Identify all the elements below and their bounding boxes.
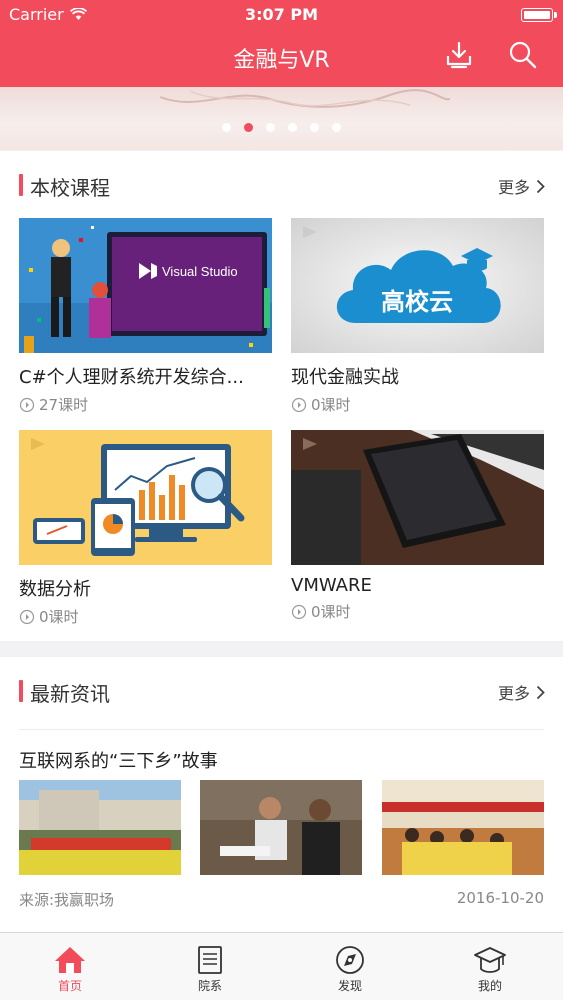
- carousel-dot[interactable]: [266, 123, 275, 132]
- section-title: 最新资讯: [30, 682, 110, 706]
- carousel-indicator[interactable]: [0, 123, 563, 132]
- news-item-title[interactable]: 互联网系的“三下乡”故事: [19, 747, 218, 773]
- tab-label: 发现: [337, 979, 362, 993]
- clock: 3:07 PM: [244, 5, 318, 24]
- course-thumbnail-analytics: [19, 430, 272, 565]
- course-card[interactable]: VMWARE 0课时: [291, 430, 544, 622]
- clock-icon: [19, 397, 35, 412]
- lesson-count: 0课时: [311, 603, 351, 621]
- tab-bar: 首页 院系 发现 我的: [0, 932, 563, 1000]
- news-photo: [200, 780, 362, 875]
- section-header: 本校课程 更多: [0, 151, 563, 217]
- course-title: 现代金融实战: [291, 367, 399, 388]
- carousel-dot[interactable]: [222, 123, 231, 132]
- news-photo: [19, 780, 181, 875]
- carousel-dot[interactable]: [310, 123, 319, 132]
- nav-header: Carrier 3:07 PM 金融与VR: [0, 0, 563, 87]
- battery-icon: [521, 8, 557, 22]
- tab-label: 院系: [197, 979, 222, 993]
- section-header: 最新资讯 更多: [0, 657, 563, 723]
- divider: [19, 729, 544, 730]
- news-source: 来源:我赢职场: [19, 891, 115, 909]
- tab-label: 首页: [57, 979, 82, 993]
- clock-icon: [19, 609, 35, 624]
- course-lessons: 0课时: [19, 606, 272, 627]
- more-label: 更多: [497, 178, 530, 197]
- course-title: C#个人理财系统开发综合...: [19, 367, 244, 388]
- news-date: 2016-10-20: [456, 889, 544, 907]
- course-card[interactable]: 数据分析 0课时: [19, 430, 272, 627]
- carousel-dot[interactable]: [332, 123, 341, 132]
- course-thumbnail-visual-studio: Visual Studio: [19, 218, 272, 353]
- tab-departments[interactable]: 院系: [140, 933, 280, 1000]
- page-title: 金融与VR: [233, 48, 330, 73]
- carousel-dot-active[interactable]: [244, 123, 253, 132]
- news-section: 最新资讯 更多 互联网系的“三下乡”故事 来源:我赢职场 2016-10-20: [0, 657, 563, 932]
- courses-section: 本校课程 更多 Visual Studio C#个人理财系统开发综合... 27…: [0, 151, 563, 641]
- news-photo: [382, 780, 544, 875]
- course-title: VMWARE: [291, 575, 372, 596]
- banner-image: [159, 89, 450, 108]
- course-thumbnail-tablet: [291, 430, 544, 565]
- more-label: 更多: [497, 684, 530, 703]
- more-link[interactable]: 更多: [498, 680, 545, 704]
- lesson-count: 0课时: [311, 396, 351, 414]
- status-bar: Carrier 3:07 PM: [0, 0, 563, 30]
- more-link[interactable]: 更多: [498, 174, 545, 198]
- tab-label: 我的: [477, 979, 502, 993]
- news-image-row[interactable]: [19, 780, 544, 875]
- section-accent-bar: [19, 680, 23, 702]
- lesson-count: 0课时: [39, 608, 79, 626]
- download-icon[interactable]: [444, 40, 474, 70]
- clock-icon: [291, 604, 307, 619]
- course-lessons: 0课时: [291, 601, 544, 622]
- section-accent-bar: [19, 174, 23, 196]
- course-card[interactable]: Visual Studio C#个人理财系统开发综合... 27课时: [19, 218, 272, 415]
- course-lessons: 27课时: [19, 394, 272, 415]
- chevron-right-icon: [536, 179, 545, 193]
- tab-home[interactable]: 首页: [0, 933, 140, 1000]
- graduation-cap-icon: [474, 947, 506, 973]
- tab-profile[interactable]: 我的: [420, 933, 560, 1000]
- course-lessons: 0课时: [291, 394, 544, 415]
- home-icon: [55, 947, 85, 973]
- svg-text:Visual Studio: Visual Studio: [162, 264, 238, 279]
- carousel-dot[interactable]: [288, 123, 297, 132]
- banner-carousel[interactable]: [0, 87, 563, 150]
- search-icon[interactable]: [508, 40, 538, 70]
- course-thumbnail-cloud: 高校云: [291, 218, 544, 353]
- course-card[interactable]: 高校云 现代金融实战 0课时: [291, 218, 544, 415]
- document-icon: [198, 946, 222, 974]
- clock-icon: [291, 397, 307, 412]
- course-title: 数据分析: [19, 579, 91, 600]
- tab-discover[interactable]: 发现: [280, 933, 420, 1000]
- lesson-count: 27课时: [39, 396, 89, 414]
- svg-text:高校云: 高校云: [381, 288, 453, 316]
- compass-icon: [336, 946, 364, 974]
- section-title: 本校课程: [30, 176, 110, 200]
- chevron-right-icon: [536, 685, 545, 699]
- app-screen: Carrier 3:07 PM 金融与VR 本校课程 更多 Visual Stu…: [0, 0, 563, 1000]
